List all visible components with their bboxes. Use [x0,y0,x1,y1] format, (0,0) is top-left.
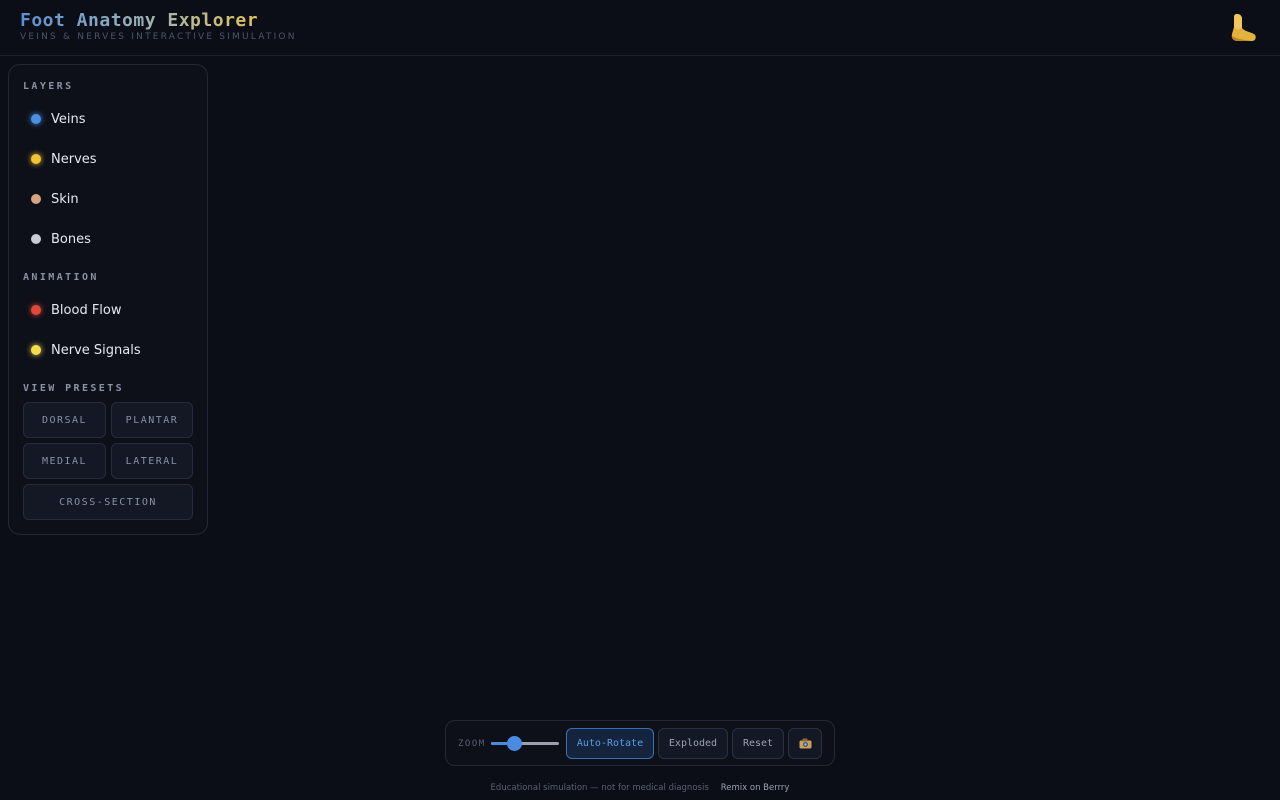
layer-label: Skin [51,191,79,207]
animation-toggle-nerve-signals[interactable]: Nerve Signals [23,335,193,365]
auto-rotate-button[interactable]: Auto-Rotate [566,728,654,759]
layers-title: LAYERS [23,81,74,92]
preset-dorsal-button[interactable]: DORSAL [23,402,106,438]
zoom-slider-thumb[interactable] [506,736,522,751]
preset-cross-section-button[interactable]: CROSS-SECTION [23,484,193,520]
nerve-signals-dot-icon [31,345,41,355]
bottom-toolbar: ZOOM Auto-Rotate Exploded Reset [445,720,835,766]
zoom-slider[interactable] [491,736,559,751]
nerves-dot-icon [31,154,41,164]
control-panel: LAYERS Veins Nerves Skin Bones ANIMATION… [8,64,208,535]
blood-flow-dot-icon [31,305,41,315]
animation-label: Nerve Signals [51,342,141,358]
remix-link[interactable]: Remix on Berrry [721,783,790,793]
layer-label: Veins [51,111,86,127]
view-presets-title: VIEW PRESETS [23,383,125,394]
foot-icon [1231,14,1256,41]
animation-label: Blood Flow [51,302,122,318]
layer-toggle-veins[interactable]: Veins [23,104,193,134]
preset-medial-button[interactable]: MEDIAL [23,443,106,479]
reset-button[interactable]: Reset [732,728,784,759]
disclaimer-text: Educational simulation — not for medical… [490,783,709,793]
bones-dot-icon [31,234,41,244]
layer-toggle-nerves[interactable]: Nerves [23,144,193,174]
preset-lateral-button[interactable]: LATERAL [111,443,193,479]
footer: Educational simulation — not for medical… [0,781,1280,795]
layer-toggle-bones[interactable]: Bones [23,224,193,254]
screenshot-button[interactable] [788,728,822,759]
preset-plantar-button[interactable]: PLANTAR [111,402,193,438]
animation-title: ANIMATION [23,272,99,283]
layer-label: Nerves [51,151,97,167]
skin-dot-icon [31,194,41,204]
exploded-button[interactable]: Exploded [658,728,728,759]
app-subtitle: VEINS & NERVES INTERACTIVE SIMULATION [20,32,297,42]
zoom-label: ZOOM [458,739,486,749]
animation-toggle-blood-flow[interactable]: Blood Flow [23,295,193,325]
layer-label: Bones [51,231,91,247]
app-header: Foot Anatomy Explorer VEINS & NERVES INT… [0,0,1280,56]
app-title: Foot Anatomy Explorer [20,10,259,31]
veins-dot-icon [31,114,41,124]
layer-toggle-skin[interactable]: Skin [23,184,193,214]
camera-icon [799,738,811,749]
